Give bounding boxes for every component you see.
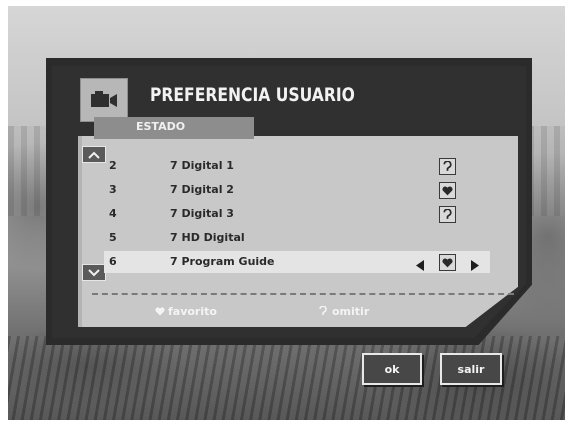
- channel-name: 7 Digital 2: [170, 183, 234, 196]
- legend-favorite: favorito: [155, 305, 217, 318]
- heart-icon: [155, 307, 165, 316]
- channel-row[interactable]: 5 7 HD Digital: [104, 227, 490, 249]
- arrow-left-icon[interactable]: [416, 256, 424, 275]
- skip-icon: [319, 305, 327, 315]
- channel-name: 7 HD Digital: [170, 231, 245, 244]
- channel-number: 5: [109, 231, 117, 244]
- channel-row[interactable]: 3 7 Digital 2: [104, 179, 490, 201]
- channel-number: 4: [109, 207, 117, 220]
- tab-estado-label: ESTADO: [136, 120, 186, 133]
- legend-favorite-label: favorito: [168, 305, 217, 318]
- channel-row[interactable]: 6 7 Program Guide: [104, 251, 490, 273]
- exit-button[interactable]: salir: [440, 353, 502, 385]
- channel-number: 6: [109, 255, 117, 268]
- channel-name: 7 Program Guide: [170, 255, 275, 268]
- arrow-right-icon[interactable]: [471, 256, 479, 275]
- camera-icon: [80, 78, 128, 122]
- scroll-up-button[interactable]: [82, 146, 106, 163]
- heart-icon[interactable]: [439, 254, 456, 271]
- scroll-down-button[interactable]: [82, 264, 106, 281]
- legend-skip-label: omitir: [332, 305, 370, 318]
- skip-icon[interactable]: [439, 206, 456, 223]
- chevron-up-icon: [88, 151, 100, 159]
- channel-number: 3: [109, 183, 117, 196]
- channel-row[interactable]: 4 7 Digital 3: [104, 203, 490, 225]
- skip-icon[interactable]: [439, 158, 456, 175]
- channel-name: 7 Digital 3: [170, 207, 234, 220]
- legend-skip: omitir: [318, 305, 369, 318]
- channel-number: 2: [109, 159, 117, 172]
- chevron-down-icon: [88, 268, 100, 276]
- channel-row[interactable]: 2 7 Digital 1: [104, 155, 490, 177]
- heart-icon[interactable]: [439, 182, 456, 199]
- ok-button[interactable]: ok: [362, 353, 422, 385]
- divider: [92, 293, 514, 295]
- page-title: PREFERENCIA USUARIO: [150, 84, 355, 106]
- tab-estado[interactable]: ESTADO: [94, 117, 254, 139]
- channel-name: 7 Digital 1: [170, 159, 234, 172]
